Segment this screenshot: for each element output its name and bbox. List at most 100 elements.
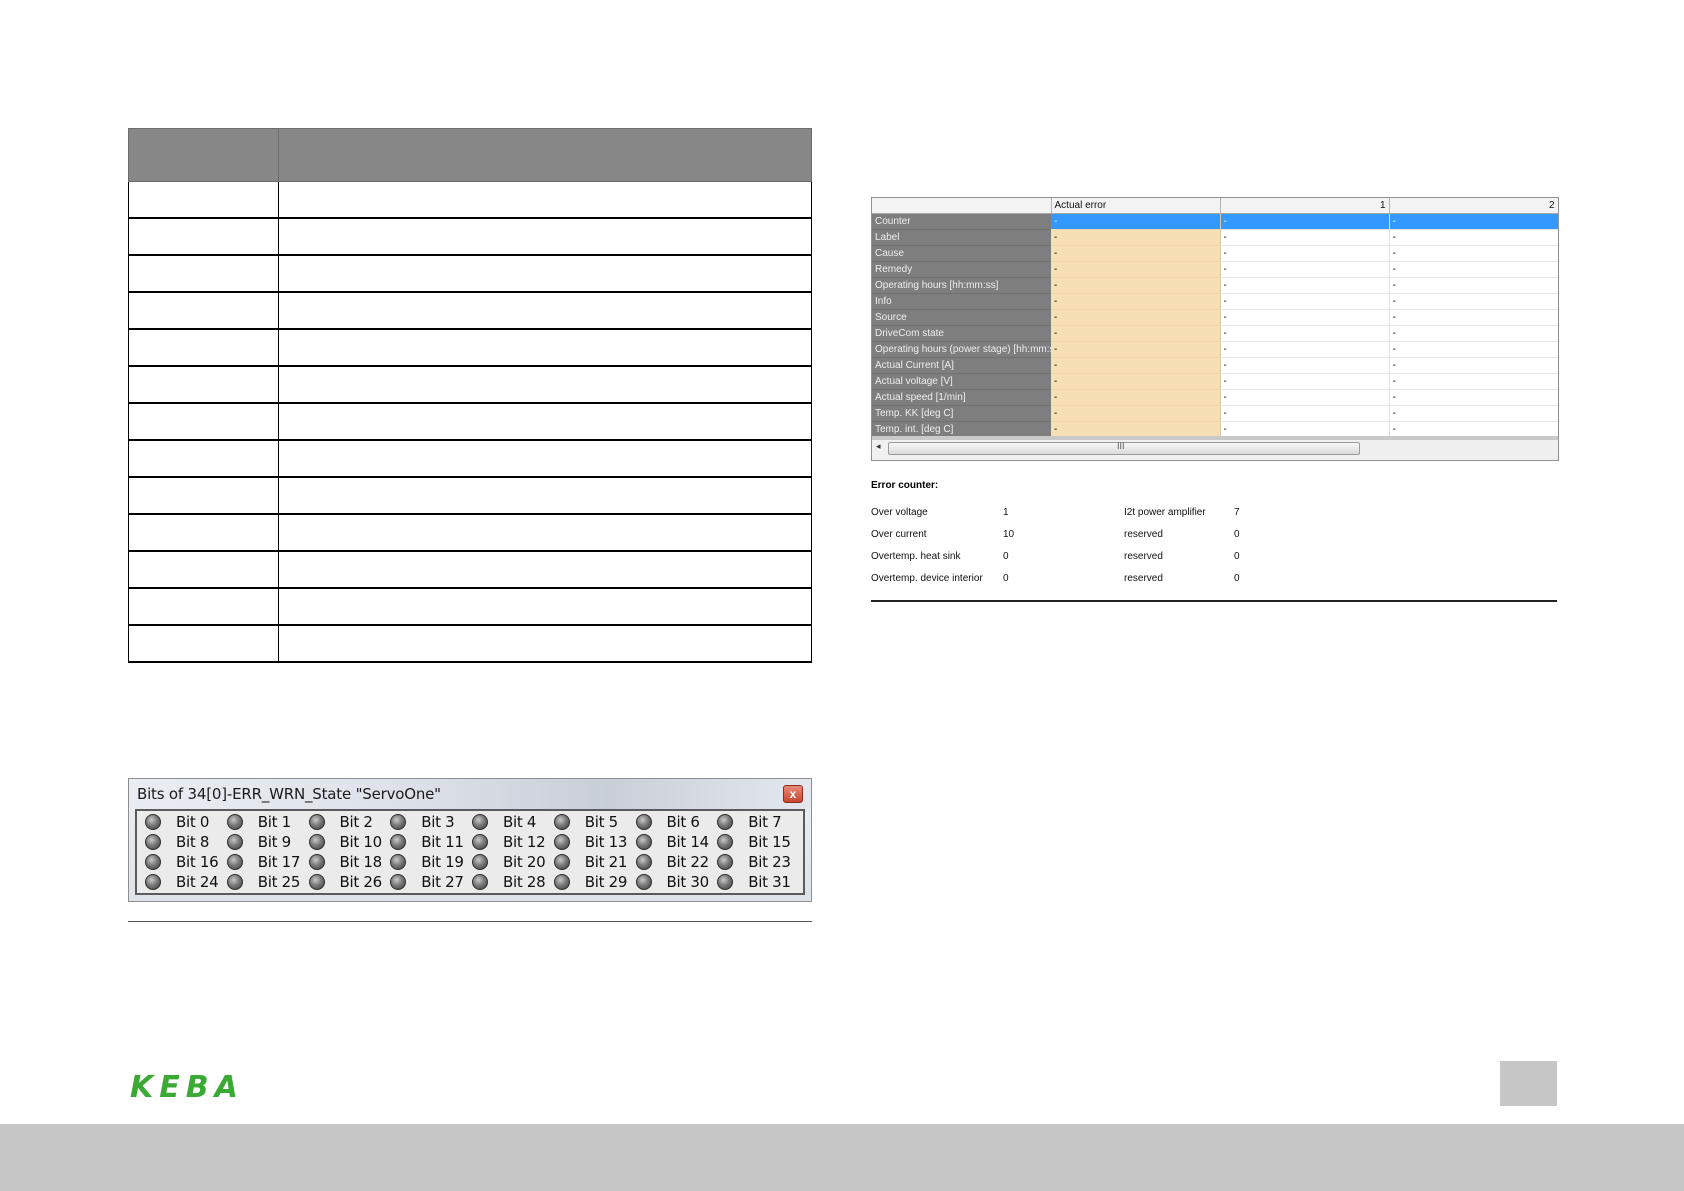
grid-cell[interactable]: - [1051,277,1221,294]
grid-cell[interactable]: - [1051,405,1221,422]
grid-cell[interactable]: - [1220,405,1390,422]
table-row [128,477,812,515]
scroll-grip-icon: III [1117,441,1125,451]
grid-cell[interactable]: - [1051,373,1221,390]
bit-label: Bit 18 [339,853,383,871]
bit-label: Bit 2 [339,813,373,831]
led-icon [472,854,488,870]
divider [871,600,1557,602]
grid-row[interactable]: Label - - - [872,229,1558,246]
grid-cell[interactable]: - [1220,309,1390,326]
grid-row[interactable]: Actual speed [1/min] - - - [872,389,1558,406]
bit-label: Bit 19 [421,853,464,871]
grid-cell[interactable]: - [1220,373,1390,390]
grid-cell[interactable]: - [1389,229,1558,246]
grid-cell[interactable]: - [1051,229,1221,246]
grid-cell[interactable]: - [1389,357,1558,374]
table-header-row [128,128,812,182]
grid-cell[interactable]: - [1389,341,1558,358]
bit-indicator: Bit 25 [226,872,309,892]
grid-header-actual-error[interactable]: Actual error [1051,198,1221,214]
bit-indicator: Bit 7 [717,812,799,832]
table-cell [128,625,279,663]
bit-indicator: Bit 15 [717,832,799,852]
led-icon [308,834,325,850]
grid-cell[interactable]: - [1220,229,1390,246]
table-row [128,181,812,219]
grid-cell[interactable]: - [1389,373,1558,390]
grid-row[interactable]: Remedy - - - [872,261,1558,278]
grid-cell[interactable]: - [1051,261,1221,278]
grid-cell[interactable]: - [1220,357,1390,374]
grid-cell[interactable]: - [1051,389,1221,406]
led-icon [717,854,734,870]
grid-cell[interactable]: - [1389,325,1558,342]
led-icon [308,874,325,890]
grid-row[interactable]: Info - - - [872,293,1558,310]
grid-row[interactable]: Operating hours [hh:mm:ss] - - - [872,277,1558,294]
error-history-grid: Actual error 1 2 Counter - - - Label - - - Cause… [871,197,1559,461]
header-cell-1 [128,128,279,182]
grid-row[interactable]: Counter - - - [872,213,1558,230]
led-icon [226,834,243,850]
grid-header-corner [872,198,1052,214]
grid-row[interactable]: DriveCom state - - - [872,325,1558,342]
grid-cell[interactable]: - [1389,245,1558,262]
grid-cell[interactable]: - [1220,341,1390,358]
grid-cell[interactable]: - [1389,293,1558,310]
grid-row[interactable]: Source - - - [872,309,1558,326]
grid-cell[interactable]: - [1051,293,1221,310]
logo-text: KEBA [130,1073,244,1099]
led-icon [472,834,488,850]
parameter-table [128,128,812,663]
led-icon [308,854,325,870]
table-cell [278,625,812,663]
bit-indicator: Bit 14 [635,832,718,852]
grid-row[interactable]: Cause - - - [872,245,1558,262]
grid-row-label: Info [872,293,1051,310]
grid-cell[interactable]: - [1051,213,1221,230]
bits-window-titlebar[interactable]: Bits of 34[0]-ERR_WRN_State "ServoOne" x [129,779,811,809]
grid-header-2[interactable]: 2 [1389,198,1558,214]
grid-cell[interactable]: - [1389,389,1558,406]
grid-cell[interactable]: - [1051,341,1221,358]
grid-cell[interactable]: - [1389,405,1558,422]
bit-label: Bit 30 [666,873,710,891]
led-icon [390,874,407,890]
grid-cell[interactable]: - [1389,277,1558,294]
led-icon [226,874,243,890]
led-icon [472,814,488,830]
grid-cell[interactable]: - [1389,261,1558,278]
grid-cell[interactable]: - [1220,261,1390,278]
grid-cell[interactable]: - [1220,277,1390,294]
grid-row[interactable]: Temp. KK [deg C] - - - [872,405,1558,422]
grid-row[interactable]: Operating hours (power stage) [hh:mm:ss]… [872,341,1558,358]
error-counter-label: Over current [871,529,927,540]
grid-header-1[interactable]: 1 [1220,198,1390,214]
grid-cell[interactable]: - [1051,245,1221,262]
grid-cell[interactable]: - [1220,245,1390,262]
grid-cell[interactable]: - [1389,309,1558,326]
grid-cell[interactable]: - [1051,325,1221,342]
grid-row-label: Operating hours (power stage) [hh:mm:ss] [872,341,1051,358]
grid-cell[interactable]: - [1220,293,1390,310]
close-button[interactable]: x [783,785,803,803]
grid-cell[interactable]: - [1220,325,1390,342]
grid-cell[interactable]: - [1389,213,1558,230]
bit-label: Bit 4 [503,813,537,831]
scroll-thumb[interactable]: III [888,441,1360,455]
scroll-left-icon[interactable]: ◂ [876,441,881,452]
grid-row[interactable]: Actual Current [A] - - - [872,357,1558,374]
bit-label: Bit 27 [421,873,464,891]
bit-indicator: Bit 2 [308,812,391,832]
grid-cell[interactable]: - [1220,389,1390,406]
grid-cell[interactable]: - [1220,213,1390,230]
horizontal-scrollbar[interactable]: ◂ III [872,436,1558,460]
bit-indicator: Bit 19 [390,852,472,872]
bit-indicator: Bit 31 [717,872,799,892]
grid-cell[interactable]: - [1051,309,1221,326]
grid-row[interactable]: Actual voltage [V] - - - [872,373,1558,390]
bits-panel: Bit 0 Bit 1 Bit 2 Bit 3 Bit 4 Bit 5 Bit 6 Bit 7… [135,809,805,895]
table-cell [128,551,279,589]
grid-cell[interactable]: - [1051,357,1221,374]
